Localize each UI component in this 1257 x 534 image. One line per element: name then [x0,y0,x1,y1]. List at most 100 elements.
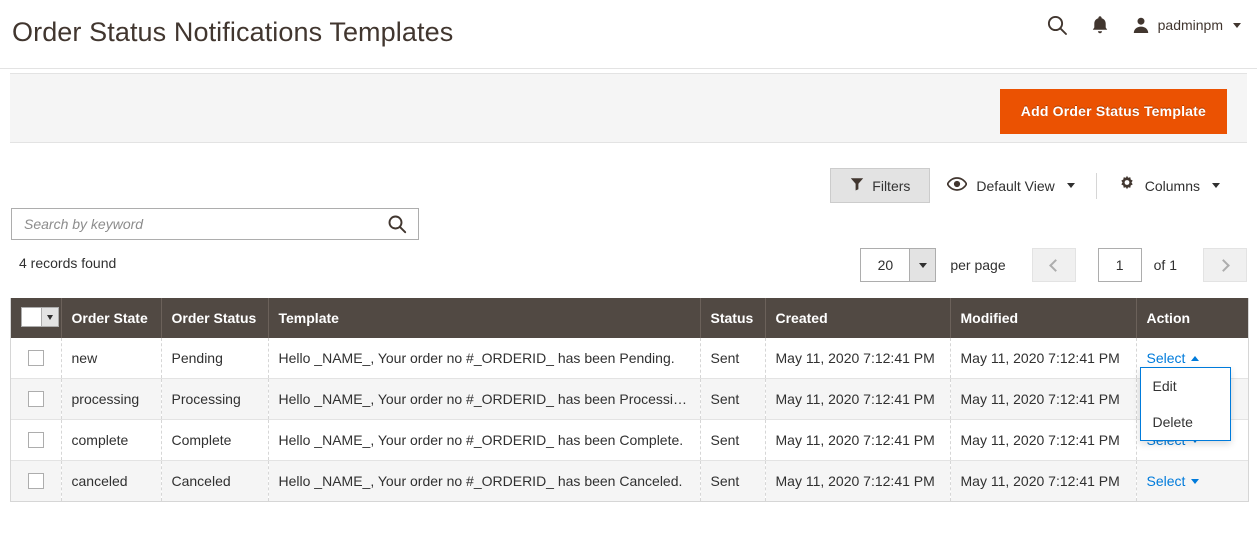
row-select-cell [11,419,62,461]
add-order-status-template-button[interactable]: Add Order Status Template [999,89,1227,134]
gear-icon [1118,175,1136,196]
chevron-down-icon [1066,183,1075,188]
action-select-label: Select [1146,350,1186,366]
user-name: padminpm [1157,17,1223,33]
column-header-action: Action [1136,298,1248,338]
select-all-checkbox[interactable] [22,308,41,326]
cell-status: Sent [700,378,766,420]
cell-order-status: Pending [161,338,269,379]
column-header-modified[interactable]: Modified [950,298,1137,338]
cell-action: Select Edit Delete [1136,338,1248,441]
chevron-up-icon [1191,355,1200,361]
cell-order-state: processing [61,378,162,420]
eye-icon [946,177,968,194]
chevron-right-icon [1217,258,1230,272]
cell-modified: May 11, 2020 7:12:41 PM [950,378,1137,420]
row-select-cell [11,378,62,420]
per-page-value: 20 [877,257,894,273]
filters-button[interactable]: Filters [830,168,931,203]
cell-template: Hello _NAME_, Your order no #_ORDERID_ h… [268,378,701,420]
cell-template: Hello _NAME_, Your order no #_ORDERID_ h… [268,419,701,461]
cell-status: Sent [700,338,766,379]
per-page-label: per page [950,257,1006,273]
avatar-icon [1132,16,1150,34]
cell-status: Sent [700,460,766,501]
search-submit-button[interactable] [384,212,410,236]
page-actions-bar: Add Order Status Template [10,73,1247,143]
cell-modified: May 11, 2020 7:12:41 PM [950,460,1137,501]
row-checkbox[interactable] [27,391,44,407]
admin-page: Order Status Notifications Templates pad… [0,0,1257,534]
select-all-header [11,298,62,338]
default-view-label: Default View [976,177,1055,194]
bell-icon[interactable] [1090,14,1110,36]
toolbar-divider [1095,172,1097,199]
cell-order-state: complete [61,419,162,461]
action-menu-item-delete[interactable]: Delete [1141,404,1230,440]
table-row: complete Complete Hello _NAME_, Your ord… [11,419,1248,461]
next-page-button[interactable] [1203,248,1247,282]
table-row: new Pending Hello _NAME_, Your order no … [11,338,1248,441]
cell-action: Select [1136,461,1248,502]
table-row: canceled Canceled Hello _NAME_, Your ord… [11,460,1248,502]
cell-created: May 11, 2020 7:12:41 PM [765,338,951,379]
select-all-dropdown[interactable] [21,307,59,327]
cell-order-status: Complete [161,419,269,461]
column-header-order-status[interactable]: Order Status [161,298,269,338]
action-menu: Edit Delete [1139,367,1231,441]
funnel-icon [850,177,864,194]
toolbar-controls: Filters Default View Columns [830,168,1237,203]
data-grid: Order State Order Status Template Status… [10,298,1249,502]
pager: 20 per page 1 of 1 [860,248,1247,282]
cell-created: May 11, 2020 7:12:41 PM [765,460,951,501]
search-icon [388,215,407,234]
header-tools: padminpm [1046,14,1241,36]
cell-order-status: Processing [161,378,269,420]
columns-label: Columns [1144,177,1200,194]
cell-template: Hello _NAME_, Your order no #_ORDERID_ h… [268,460,701,501]
column-header-order-state[interactable]: Order State [61,298,162,338]
action-select-toggle[interactable]: Select [1147,350,1200,366]
cell-created: May 11, 2020 7:12:41 PM [765,378,951,420]
cell-created: May 11, 2020 7:12:41 PM [765,419,951,461]
action-menu-item-edit[interactable]: Edit [1141,368,1230,404]
per-page-select[interactable]: 20 [860,248,937,282]
chevron-down-icon [1212,183,1220,188]
chevron-down-icon [909,249,936,281]
columns-dropdown[interactable]: Columns [1101,175,1237,196]
chevron-down-icon [41,308,58,326]
search-input[interactable] [12,209,372,239]
chevron-down-icon [1191,478,1200,484]
current-page-input[interactable]: 1 [1097,248,1142,282]
default-view-dropdown[interactable]: Default View [930,177,1091,194]
row-checkbox[interactable] [27,432,44,448]
cell-status: Sent [700,419,766,461]
row-select-cell [11,338,62,379]
row-checkbox[interactable] [27,473,44,489]
chevron-left-icon [1048,258,1062,272]
action-select-toggle[interactable]: Select [1147,473,1200,489]
search-box [11,208,419,240]
table-header-row: Order State Order Status Template Status… [11,298,1248,338]
table-row: processing Processing Hello _NAME_, Your… [11,378,1248,420]
cell-order-status: Canceled [161,460,269,501]
row-checkbox[interactable] [27,350,44,366]
cell-order-state: new [61,338,162,379]
user-menu[interactable]: padminpm [1132,16,1241,34]
action-select-label: Select [1146,473,1186,489]
row-select-cell [11,460,62,501]
column-header-status[interactable]: Status [700,298,766,338]
column-header-created[interactable]: Created [765,298,951,338]
total-pages-label: of 1 [1153,257,1177,273]
column-header-template[interactable]: Template [268,298,701,338]
cell-order-state: canceled [61,460,162,501]
page-header: Order Status Notifications Templates pad… [0,0,1257,69]
cell-template: Hello _NAME_, Your order no #_ORDERID_ h… [268,338,701,379]
filters-label: Filters [872,177,911,194]
cell-modified: May 11, 2020 7:12:41 PM [950,419,1137,461]
chevron-down-icon [1233,22,1241,28]
search-icon[interactable] [1046,14,1068,36]
previous-page-button[interactable] [1031,248,1076,282]
records-found-label: 4 records found [19,255,117,271]
cell-modified: May 11, 2020 7:12:41 PM [950,338,1137,379]
